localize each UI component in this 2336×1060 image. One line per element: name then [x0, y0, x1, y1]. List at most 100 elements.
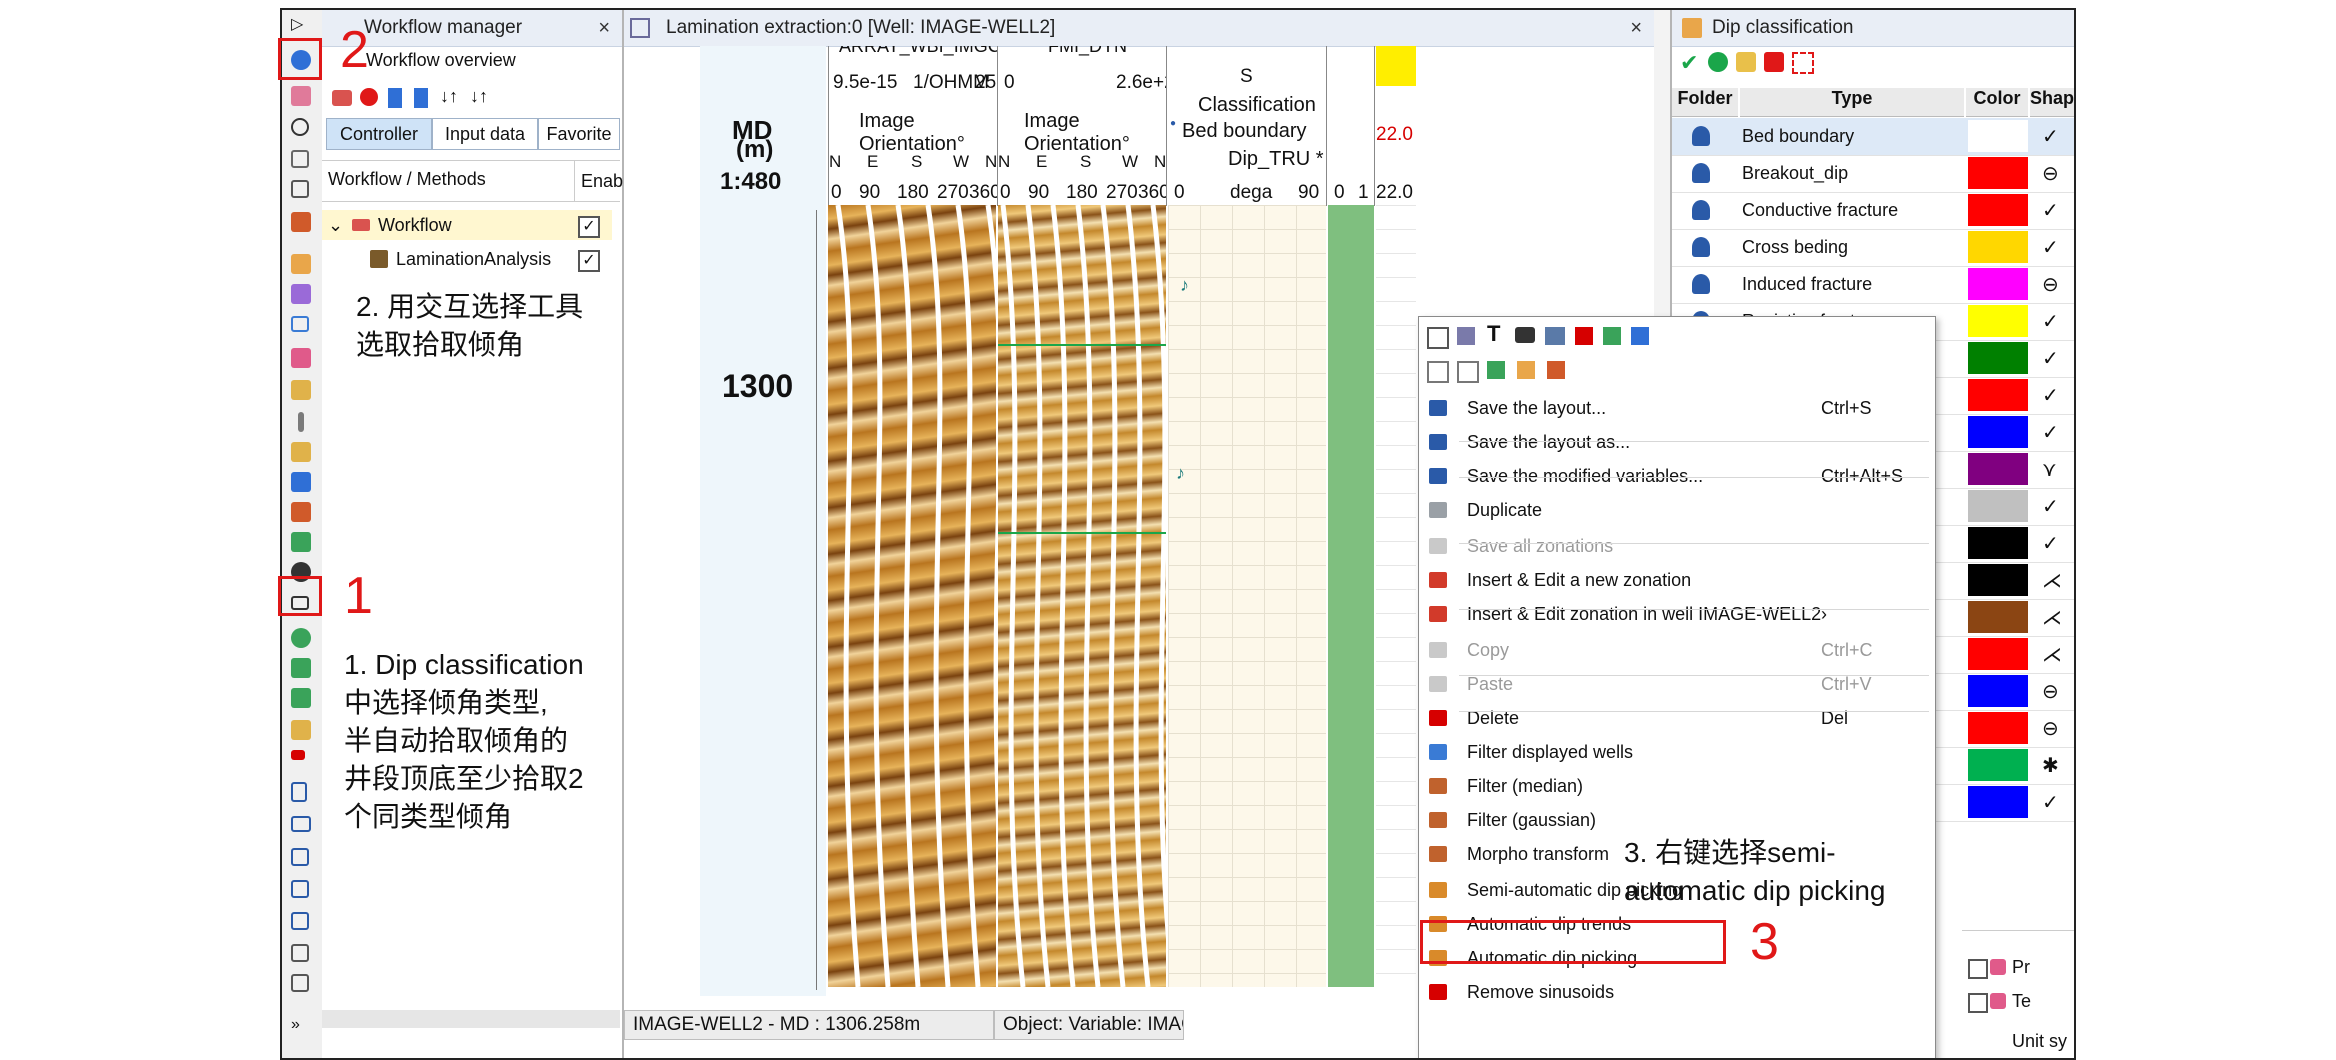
- hand-icon[interactable]: [291, 150, 309, 168]
- dip-type-row[interactable]: Breakout_dip ⊖: [1672, 155, 2074, 193]
- node-tool-icon[interactable]: [291, 658, 311, 678]
- dip-color-swatch[interactable]: [1968, 601, 2028, 633]
- sort-asc-icon[interactable]: ↓↑: [440, 86, 458, 107]
- menu-item[interactable]: Save the layout... Ctrl+S: [1419, 391, 1935, 425]
- dip-shape-icon[interactable]: ✓: [2042, 383, 2059, 408]
- add-type-icon[interactable]: [1708, 52, 1728, 72]
- dip-color-swatch[interactable]: [1968, 564, 2028, 596]
- dip-color-swatch[interactable]: [1968, 638, 2028, 670]
- dip-shape-icon[interactable]: ✓: [2042, 790, 2059, 815]
- menu-item[interactable]: Delete Del: [1419, 701, 1935, 735]
- curve-tool-icon[interactable]: [291, 254, 311, 274]
- menu-item[interactable]: Filter displayed wells: [1419, 735, 1935, 769]
- line-tool-icon[interactable]: [298, 412, 304, 432]
- clear-selection-icon[interactable]: [1792, 52, 1814, 74]
- dip-tadpole-icon[interactable]: ♪: [1180, 275, 1189, 296]
- dip-color-swatch[interactable]: [1968, 342, 2028, 374]
- menu-item[interactable]: Copy Ctrl+C: [1419, 633, 1935, 667]
- dip-color-swatch[interactable]: [1968, 305, 2028, 337]
- cursor-icon[interactable]: [1487, 361, 1505, 379]
- tab-controller[interactable]: Controller: [326, 118, 432, 150]
- menu-item[interactable]: Paste Ctrl+V: [1419, 667, 1935, 701]
- export-icon[interactable]: [1603, 327, 1621, 345]
- dip-color-swatch[interactable]: [1968, 416, 2028, 448]
- tree-item-workflow[interactable]: ⌄ Workflow: [322, 210, 612, 240]
- dip-shape-icon[interactable]: ⋌: [2042, 642, 2062, 667]
- expand-chevron-icon[interactable]: ⌄: [328, 210, 343, 240]
- settings-tool-icon[interactable]: [291, 974, 309, 992]
- move-up-icon[interactable]: [414, 88, 428, 108]
- dip-shape-icon[interactable]: ✓: [2042, 198, 2059, 223]
- lamination-enable-checkbox[interactable]: ✓: [578, 250, 600, 272]
- workflow-hscrollbar[interactable]: [322, 1010, 620, 1028]
- layout-icon[interactable]: [1427, 327, 1449, 349]
- dip-shape-icon[interactable]: ✱: [2042, 753, 2059, 778]
- remove-tool-icon[interactable]: [291, 750, 305, 760]
- filter-tool-icon[interactable]: [291, 442, 311, 462]
- dip-color-swatch[interactable]: [1968, 527, 2028, 559]
- dip-color-swatch[interactable]: [1968, 157, 2028, 189]
- bar-tool-icon[interactable]: [291, 720, 311, 740]
- menu-item[interactable]: Remove sinusoids: [1419, 975, 1935, 1009]
- tab-favorite[interactable]: Favorite: [538, 118, 620, 150]
- dip-type-row[interactable]: Cross beding ✓: [1672, 229, 2074, 267]
- dip-shape-icon[interactable]: ✓: [2042, 494, 2059, 519]
- node-edit-icon[interactable]: [291, 688, 311, 708]
- menu-item[interactable]: Insert & Edit a new zonation: [1419, 563, 1935, 597]
- dip-type-row[interactable]: Bed boundary ✓: [1672, 118, 2074, 156]
- move-down-icon[interactable]: [388, 88, 402, 108]
- dip-shape-icon[interactable]: ✓: [2042, 531, 2059, 556]
- dip-shape-icon[interactable]: ⋌: [2042, 605, 2062, 630]
- eraser-icon[interactable]: [291, 86, 311, 106]
- dip-color-swatch[interactable]: [1968, 490, 2028, 522]
- dip-color-swatch[interactable]: [1968, 453, 2028, 485]
- vertical-align-icon[interactable]: [291, 782, 307, 802]
- copy-tool-icon[interactable]: [291, 380, 311, 400]
- tab-input-data[interactable]: Input data: [432, 118, 538, 150]
- edit-type-icon[interactable]: [1736, 52, 1756, 72]
- dip-shape-icon[interactable]: ✓: [2042, 309, 2059, 334]
- wand-icon[interactable]: [1547, 361, 1565, 379]
- dip-color-swatch[interactable]: [1968, 749, 2028, 781]
- comment-icon[interactable]: [291, 316, 309, 332]
- dip-shape-icon[interactable]: ⊖: [2042, 161, 2059, 186]
- align-left-icon[interactable]: [1427, 361, 1449, 383]
- menu-item[interactable]: Duplicate: [1419, 493, 1935, 527]
- align-center-icon[interactable]: [1457, 361, 1479, 383]
- workflow-close-button[interactable]: ×: [598, 10, 610, 46]
- stop-icon[interactable]: [360, 88, 378, 106]
- dip-shape-icon[interactable]: ✓: [2042, 346, 2059, 371]
- link-tool-icon[interactable]: [291, 472, 311, 492]
- menu-item[interactable]: Filter (gaussian): [1419, 803, 1935, 837]
- menu-item[interactable]: Save the modified variables... Ctrl+Alt+S: [1419, 459, 1935, 493]
- menu-item[interactable]: Save the layout as...: [1419, 425, 1935, 459]
- dip-color-swatch[interactable]: [1968, 712, 2028, 744]
- points-tool-icon[interactable]: [291, 532, 311, 552]
- stack-tool-icon[interactable]: [291, 284, 311, 304]
- apply-check-icon[interactable]: ✔: [1680, 50, 1698, 76]
- workflow-enable-checkbox[interactable]: ✓: [578, 216, 600, 238]
- frame-icon[interactable]: [291, 180, 309, 198]
- pdf-icon[interactable]: [1575, 327, 1593, 345]
- dip-color-swatch[interactable]: [1968, 675, 2028, 707]
- dip-type-row[interactable]: Conductive fracture ✓: [1672, 192, 2074, 230]
- dip-color-swatch[interactable]: [1968, 231, 2028, 263]
- menu-item[interactable]: Filter (median): [1419, 769, 1935, 803]
- menu-item[interactable]: Insert & Edit zonation in well IMAGE-WEL…: [1419, 597, 1935, 631]
- palette-icon[interactable]: [291, 348, 311, 368]
- split-tool-icon[interactable]: [291, 502, 311, 522]
- chart-icon[interactable]: [1517, 361, 1535, 379]
- flag-icon[interactable]: [291, 212, 311, 232]
- text-icon[interactable]: T: [1487, 321, 1500, 347]
- fit-tool-icon[interactable]: [291, 880, 309, 898]
- scale-tool-icon[interactable]: [291, 912, 309, 930]
- menu-item[interactable]: Save all zonations: [1419, 529, 1935, 563]
- ruler-tool-icon[interactable]: [291, 944, 309, 962]
- delete-type-icon[interactable]: [1764, 52, 1784, 72]
- dip-shape-icon[interactable]: ⊖: [2042, 679, 2059, 704]
- dip-type-row[interactable]: Induced fracture ⊖: [1672, 266, 2074, 304]
- add-point-icon[interactable]: [291, 628, 311, 648]
- dip-color-swatch[interactable]: [1968, 194, 2028, 226]
- sort-desc-icon[interactable]: ↓↑: [470, 86, 488, 107]
- more-icon[interactable]: »: [291, 1016, 311, 1036]
